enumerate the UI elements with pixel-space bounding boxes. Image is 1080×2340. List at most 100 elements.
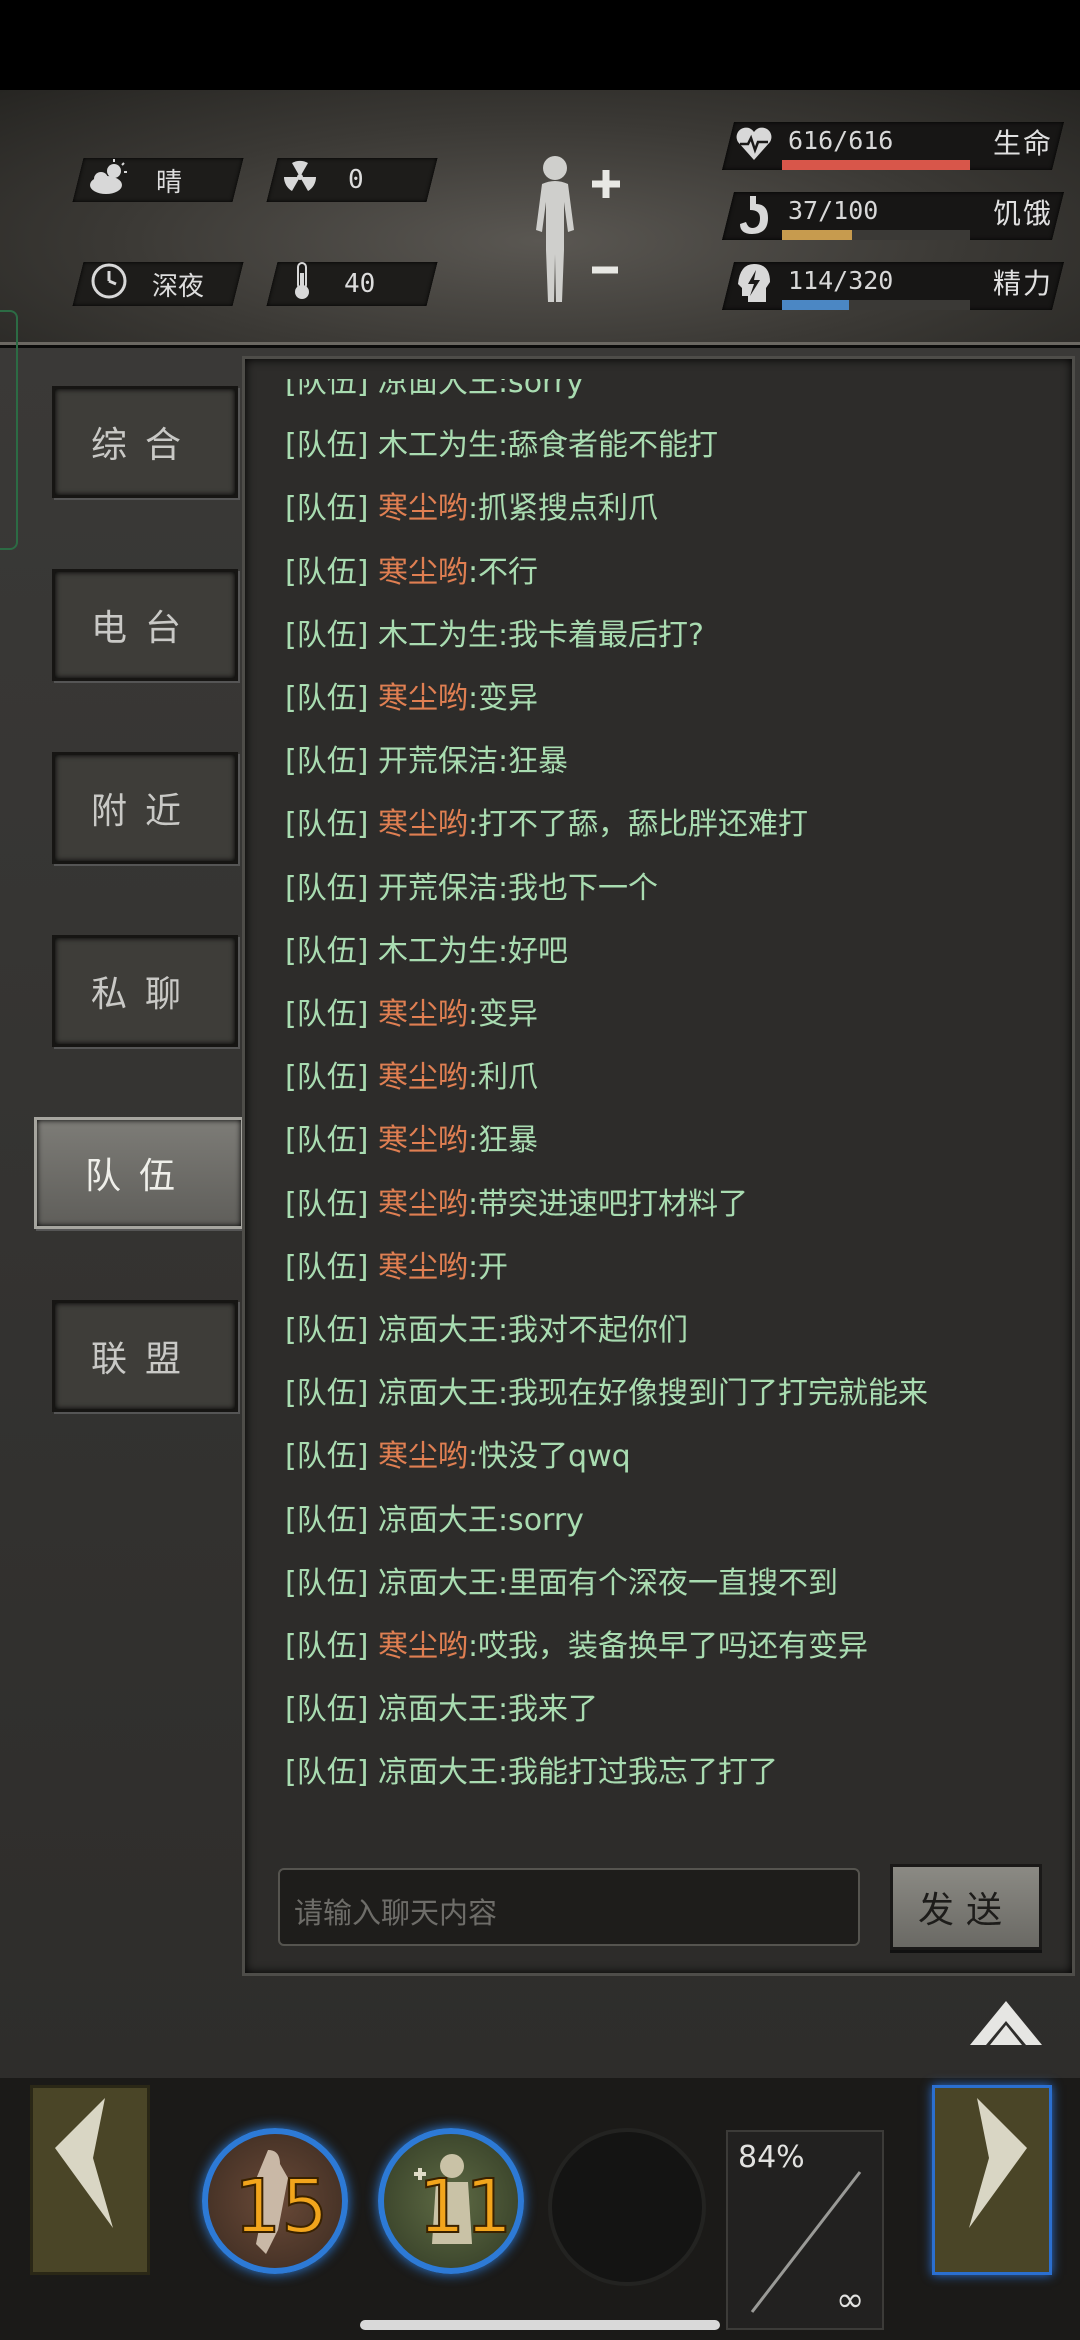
sender-name[interactable]: 木工为生 xyxy=(378,618,498,653)
message-text: :我来了 xyxy=(497,1692,599,1728)
message-text: :我卡着最后打? xyxy=(497,617,704,653)
time-indicator[interactable]: 深夜 xyxy=(90,262,204,306)
chat-message: [队伍] 开荒保洁:狂暴 xyxy=(285,736,568,780)
radiation-value: 0 xyxy=(348,165,364,195)
radiation-indicator[interactable]: 0 xyxy=(282,158,364,202)
chat-message: [队伍] 寒尘哟:狂暴 xyxy=(285,1115,538,1159)
chat-message: [队伍] 寒尘哟:带突进速吧打材料了 xyxy=(285,1179,748,1223)
message-text: :舔食者能不能打 xyxy=(497,428,719,464)
chat-message: [队伍] 寒尘哟:抓紧搜点利爪 xyxy=(285,483,658,527)
send-button[interactable]: 发送 xyxy=(890,1864,1042,1950)
temperature-indicator[interactable]: 40 xyxy=(292,261,376,308)
left-edge-handle[interactable] xyxy=(0,310,18,550)
arrow-left-icon xyxy=(55,2098,113,2228)
sender-name[interactable]: 寒尘哟 xyxy=(378,1060,468,1095)
arrow-right-icon xyxy=(969,2098,1027,2228)
channel-tag: [队伍] xyxy=(285,617,378,653)
channel-tag: [队伍] xyxy=(285,1755,378,1791)
message-text: :sorry xyxy=(497,379,584,400)
action-bar xyxy=(0,2078,1080,2340)
tab-nearby[interactable]: 附近 xyxy=(52,752,238,864)
chat-message: [队伍] 寒尘哟:变异 xyxy=(285,989,538,1033)
sender-name[interactable]: 凉面大王 xyxy=(378,379,498,400)
sender-name[interactable]: 寒尘哟 xyxy=(378,491,468,526)
channel-tag: [队伍] xyxy=(285,1313,378,1348)
channel-tag: [队伍] xyxy=(285,1123,378,1159)
sender-name[interactable]: 寒尘哟 xyxy=(378,1187,468,1222)
channel-tag: [队伍] xyxy=(285,379,378,400)
time-label: 深夜 xyxy=(152,271,205,302)
thermometer-icon xyxy=(292,261,312,308)
message-text: :哎我，装备换早了吗还有变异 xyxy=(467,1629,869,1664)
chat-message: [队伍] 寒尘哟:打不了舔，舔比胖还难打 xyxy=(285,799,808,843)
character-status-button[interactable] xyxy=(520,150,630,310)
skill-slot-2[interactable]: 11 xyxy=(378,2128,524,2274)
channel-tag: [队伍] xyxy=(285,428,378,464)
message-text: :利爪 xyxy=(467,1060,539,1096)
sender-name[interactable]: 木工为生 xyxy=(378,428,498,463)
chat-message: [队伍] 凉面大王:我能打过我忘了打了 xyxy=(285,1747,778,1791)
channel-tag: [队伍] xyxy=(285,1565,378,1601)
sender-name[interactable]: 寒尘哟 xyxy=(378,1629,468,1664)
channel-tag: [队伍] xyxy=(285,491,378,527)
channel-tag: [队伍] xyxy=(285,1502,378,1538)
channel-tag: [队伍] xyxy=(285,997,378,1032)
chat-message: [队伍] 凉面大王:我对不起你们 xyxy=(285,1305,688,1349)
sender-name[interactable]: 寒尘哟 xyxy=(378,997,468,1032)
tab-alliance[interactable]: 联盟 xyxy=(52,1300,238,1412)
channel-tag: [队伍] xyxy=(285,1692,378,1728)
channel-tag: [队伍] xyxy=(285,554,378,590)
channel-tag: [队伍] xyxy=(285,870,378,906)
sender-name[interactable]: 寒尘哟 xyxy=(378,1123,468,1158)
sender-name[interactable]: 寒尘哟 xyxy=(378,807,468,842)
sender-name[interactable]: 寒尘哟 xyxy=(378,1439,468,1474)
skill-slot-1[interactable]: 15 xyxy=(202,2128,348,2274)
tab-radio[interactable]: 电台 xyxy=(52,569,238,681)
sender-name[interactable]: 开荒保洁 xyxy=(378,744,498,779)
prev-page-button[interactable] xyxy=(30,2085,150,2275)
weather-indicator[interactable]: 晴 xyxy=(88,158,182,202)
tab-private[interactable]: 私聊 xyxy=(52,935,238,1047)
sender-name[interactable]: 木工为生 xyxy=(378,934,498,969)
energy-label: 精力 xyxy=(993,267,1054,300)
sender-name[interactable]: 凉面大王 xyxy=(378,1692,498,1727)
sender-name[interactable]: 寒尘哟 xyxy=(378,555,468,590)
sender-name[interactable]: 凉面大王 xyxy=(378,1755,498,1790)
temperature-value: 40 xyxy=(344,269,376,299)
sender-name[interactable]: 凉面大王 xyxy=(378,1376,498,1411)
chat-message: [队伍] 寒尘哟:利爪 xyxy=(285,1052,538,1096)
message-text: :带突进速吧打材料了 xyxy=(467,1186,749,1222)
weapon-slot[interactable]: 84% ∞ xyxy=(726,2130,884,2330)
energy-bar xyxy=(782,300,970,310)
skill-1-count: 15 xyxy=(233,2163,329,2251)
chat-log[interactable]: [队伍] 凉面大王:sorry [队伍] 木工为生:舔食者能不能打 [队伍] 寒尘哟… xyxy=(267,379,1057,1799)
message-text: :里面有个深夜一直搜不到 xyxy=(497,1565,839,1601)
top-hud: 晴 0 深夜 40 616/616 37/100 114/320 生命 饥饿 精… xyxy=(0,90,1080,345)
chat-message: [队伍] 凉面大王:我来了 xyxy=(285,1684,598,1728)
energy-head-icon xyxy=(736,262,772,310)
chat-message: [队伍] 寒尘哟:哎我，装备换早了吗还有变异 xyxy=(285,1621,868,1665)
collapse-button[interactable] xyxy=(966,1995,1046,2055)
health-label: 生命 xyxy=(993,127,1054,160)
channel-tag: [队伍] xyxy=(285,1060,378,1096)
sender-name[interactable]: 凉面大王 xyxy=(378,1566,498,1601)
tab-team[interactable]: 队伍 xyxy=(34,1117,244,1229)
sender-name[interactable]: 凉面大王 xyxy=(378,1313,498,1348)
chat-message: [队伍] 凉面大王:里面有个深夜一直搜不到 xyxy=(285,1558,838,1602)
chat-input[interactable]: 请输入聊天内容 xyxy=(278,1868,860,1946)
chevron-up-icon xyxy=(970,2001,1042,2045)
home-indicator[interactable] xyxy=(360,2320,720,2330)
tab-general[interactable]: 综合 xyxy=(52,386,238,498)
sender-name[interactable]: 寒尘哟 xyxy=(378,1250,468,1285)
message-text: :抓紧搜点利爪 xyxy=(467,491,659,527)
sender-name[interactable]: 凉面大王 xyxy=(378,1503,498,1538)
body-figure-icon xyxy=(536,156,620,302)
message-text: :我也下一个 xyxy=(497,870,659,906)
next-page-button[interactable] xyxy=(932,2085,1052,2275)
energy-value: 114/320 xyxy=(788,266,894,295)
infinite-symbol: ∞ xyxy=(836,2280,865,2320)
chat-message: [队伍] 木工为生:舔食者能不能打 xyxy=(285,420,718,464)
skill-slot-empty[interactable] xyxy=(548,2128,706,2286)
sender-name[interactable]: 寒尘哟 xyxy=(378,681,468,716)
sender-name[interactable]: 开荒保洁 xyxy=(378,871,498,906)
